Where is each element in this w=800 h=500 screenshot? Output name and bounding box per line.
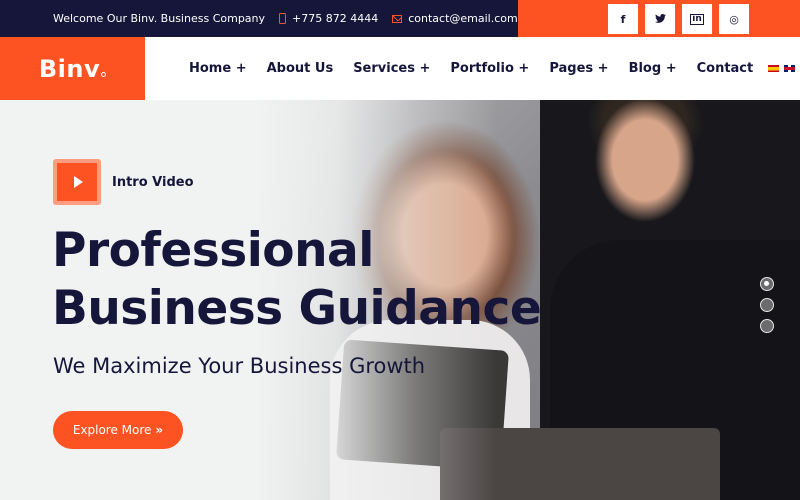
es-flag-icon[interactable] xyxy=(768,65,780,72)
intro-video[interactable]: Intro Video xyxy=(53,159,194,205)
mobile-phone-icon xyxy=(279,13,287,24)
uk-flag-icon[interactable] xyxy=(784,65,796,72)
logo-area[interactable]: Binv xyxy=(0,37,145,100)
twitter-icon xyxy=(654,13,666,26)
logo-text: Binv xyxy=(38,54,101,83)
nav-item-contact[interactable]: Contact xyxy=(697,61,754,76)
instagram-button[interactable]: ◎ xyxy=(719,4,749,34)
envelope-icon xyxy=(392,14,403,23)
nav-item-about-us[interactable]: About Us xyxy=(267,61,334,76)
main-nav: Home + About Us Services + Portfolio + P… xyxy=(145,37,800,100)
nav-item-blog[interactable]: Blog + xyxy=(629,61,677,76)
hero-title-line1: Professional xyxy=(52,223,374,278)
nav-item-pages[interactable]: Pages + xyxy=(549,61,608,76)
logo-dot-icon xyxy=(101,71,107,77)
hero-title-line2: Business Guidance xyxy=(52,281,542,336)
slider-dot-1[interactable] xyxy=(760,277,774,291)
slider-dot-2[interactable] xyxy=(760,298,774,312)
top-bar-info: Welcome Our Binv. Business Company +775 … xyxy=(53,0,532,37)
hero-section: Intro Video Professional Business Guidan… xyxy=(0,100,800,500)
facebook-button[interactable]: f xyxy=(608,4,638,34)
nav-item-home[interactable]: Home + xyxy=(189,61,247,76)
logo[interactable]: Binv xyxy=(38,54,107,83)
nav-item-services[interactable]: Services + xyxy=(353,61,430,76)
intro-video-label: Intro Video xyxy=(112,174,194,190)
social-links: f in ◎ xyxy=(608,4,749,34)
explore-more-label: Explore More xyxy=(72,423,152,437)
email-contact[interactable]: contact@email.com xyxy=(392,12,518,25)
phone-number[interactable]: +775 872 4444 xyxy=(292,12,378,25)
nav-item-portfolio[interactable]: Portfolio + xyxy=(450,61,529,76)
language-switcher xyxy=(768,65,796,72)
instagram-icon: ◎ xyxy=(729,12,739,26)
play-icon xyxy=(73,176,83,188)
linkedin-button[interactable]: in xyxy=(682,4,712,34)
facebook-icon: f xyxy=(620,12,626,26)
linkedin-icon: in xyxy=(690,13,704,25)
twitter-button[interactable] xyxy=(645,4,675,34)
explore-more-button[interactable]: Explore More » xyxy=(53,411,183,449)
play-button[interactable] xyxy=(53,159,101,205)
welcome-text: Welcome Our Binv. Business Company xyxy=(53,12,266,25)
phone-contact[interactable]: +775 872 4444 xyxy=(279,12,378,25)
hero-title: Professional Business Guidance xyxy=(52,222,542,338)
hero-subtitle: We Maximize Your Business Growth xyxy=(53,354,426,378)
double-chevron-right-icon: » xyxy=(155,423,164,437)
slider-pagination xyxy=(760,277,774,333)
email-address[interactable]: contact@email.com xyxy=(408,12,518,25)
slider-dot-3[interactable] xyxy=(760,319,774,333)
